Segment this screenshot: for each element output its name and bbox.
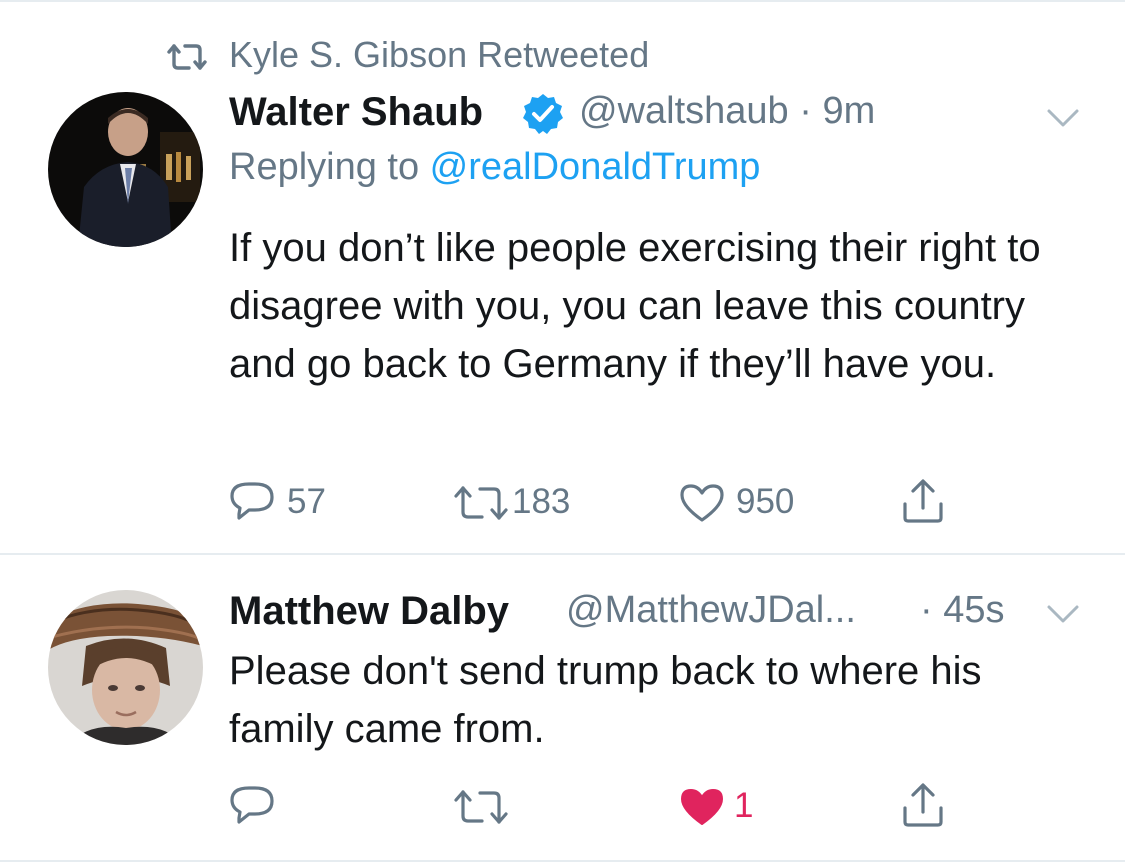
- tweet-text: If you don’t like people exercising thei…: [229, 226, 1041, 386]
- replying-to: Replying to @realDonaldTrump: [229, 146, 760, 189]
- reply-icon: [229, 784, 275, 826]
- like-count: 950: [736, 482, 795, 521]
- heart-icon: [678, 482, 726, 524]
- top-divider: [0, 0, 1125, 2]
- tweet-timestamp[interactable]: · 45s: [920, 589, 1004, 632]
- avatar[interactable]: [48, 92, 203, 247]
- bottom-divider: [0, 860, 1125, 862]
- author-name[interactable]: Matthew Dalby: [229, 589, 509, 634]
- like-button[interactable]: 950: [678, 478, 808, 524]
- tweet-divider: [0, 553, 1125, 555]
- reply-count: 57: [287, 482, 326, 521]
- retweet-context-text: Kyle S. Gibson Retweeted: [229, 34, 650, 75]
- verified-badge-icon: [521, 92, 565, 136]
- chevron-down-icon[interactable]: [1046, 604, 1080, 624]
- share-button[interactable]: [900, 478, 950, 524]
- reply-button[interactable]: 57: [229, 478, 339, 524]
- chevron-down-icon[interactable]: [1046, 108, 1080, 128]
- heart-filled-icon: [678, 786, 726, 828]
- author-name[interactable]: Walter Shaub: [229, 90, 483, 135]
- retweet-button[interactable]: 183: [452, 478, 582, 524]
- reply-button[interactable]: [229, 782, 289, 828]
- like-count: 1: [734, 786, 754, 825]
- retweet-context-icon: [165, 42, 209, 72]
- author-handle-timestamp[interactable]: @waltshaub · 9m: [579, 90, 875, 133]
- retweet-button[interactable]: [452, 782, 522, 828]
- tweet-text: Please don't send trump back to where hi…: [229, 649, 982, 751]
- share-icon: [900, 478, 946, 524]
- share-icon: [900, 782, 946, 828]
- share-button[interactable]: [900, 782, 950, 828]
- reply-icon: [229, 480, 275, 522]
- retweet-icon: [452, 484, 510, 522]
- replying-prefix: Replying to: [229, 146, 430, 188]
- replying-mention-link[interactable]: @realDonaldTrump: [430, 146, 761, 188]
- avatar[interactable]: [48, 590, 203, 745]
- retweet-count: 183: [512, 482, 571, 521]
- author-handle[interactable]: @MatthewJDal...: [566, 589, 856, 632]
- retweet-icon: [452, 788, 510, 826]
- like-button[interactable]: 1: [678, 782, 768, 828]
